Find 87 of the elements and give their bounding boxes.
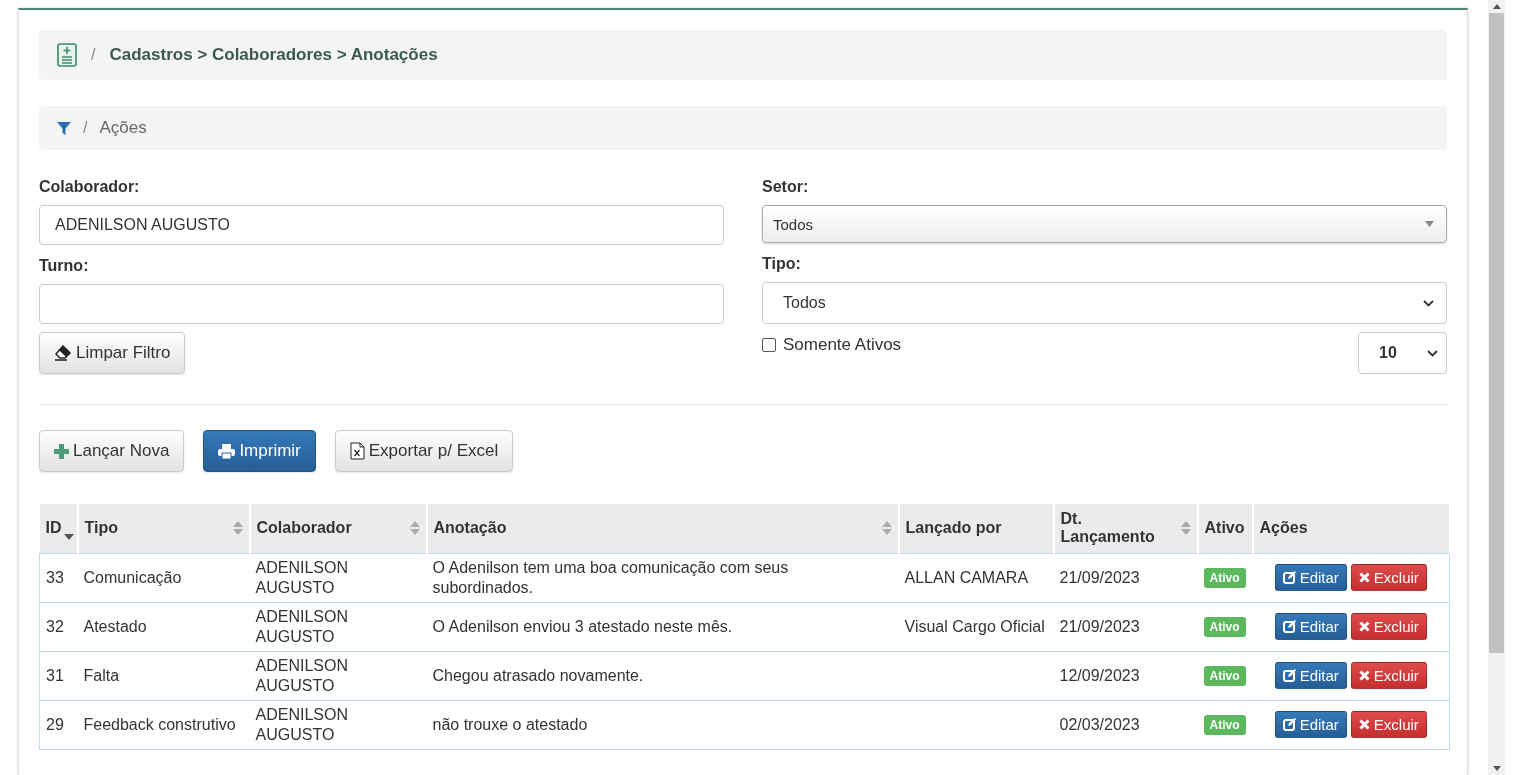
column-header[interactable]: Tipo xyxy=(77,504,250,553)
table-cell: ALLAN CAMARA xyxy=(898,553,1054,602)
table-cell: O Adenilson tem uma boa comunicação com seus subordinados. xyxy=(426,553,899,602)
scroll-up-icon xyxy=(1492,4,1501,9)
column-header[interactable]: ID xyxy=(39,504,78,553)
column-header[interactable]: Colaborador xyxy=(249,504,427,553)
status-badge: Ativo xyxy=(1203,666,1246,686)
delete-button[interactable]: Excluir xyxy=(1350,711,1427,738)
excel-file-icon xyxy=(349,442,365,460)
column-header: Ativo xyxy=(1197,504,1253,553)
close-icon xyxy=(1358,572,1370,583)
field-label: Setor: xyxy=(762,178,810,196)
sort-icon xyxy=(232,521,243,536)
close-icon xyxy=(1358,621,1370,632)
table-cell: 21/09/2023 xyxy=(1053,602,1198,651)
field-label: Turno: xyxy=(39,257,90,275)
table-cell: ADENILSON AUGUSTO xyxy=(249,553,427,602)
column-header[interactable]: Anotação xyxy=(426,504,899,553)
edit-icon xyxy=(1282,669,1296,682)
sort-descending-icon xyxy=(63,534,74,541)
page-size-dropdown[interactable]: 10 xyxy=(1358,332,1447,374)
document-plus-icon xyxy=(57,43,77,67)
dropdown-arrow-icon xyxy=(1425,221,1434,227)
edit-button[interactable]: Editar xyxy=(1274,613,1347,640)
table-cell: Atestado xyxy=(77,602,250,651)
breadcrumb-path: Cadastros > Colaboradores > Anotações xyxy=(109,45,438,65)
edit-button[interactable]: Editar xyxy=(1274,564,1347,591)
column-header: Ações xyxy=(1252,504,1450,553)
edit-icon xyxy=(1282,571,1296,584)
breadcrumb-separator: / xyxy=(83,119,88,137)
table-cell: Feedback construtivo xyxy=(77,700,250,749)
column-header: Lançado por xyxy=(898,504,1054,553)
printer-icon xyxy=(218,443,236,459)
colaborador-field[interactable]: ADENILSON AUGUSTO xyxy=(39,205,724,245)
checkbox-label: Somente Ativos xyxy=(783,335,902,355)
field-label: Colaborador: xyxy=(39,178,141,196)
clear-filter-button[interactable]: Limpar Filtro xyxy=(39,332,186,374)
eraser-icon xyxy=(54,345,72,361)
status-badge: Ativo xyxy=(1203,617,1246,637)
table-cell: 33 xyxy=(39,553,78,602)
table-cell: 29 xyxy=(39,700,78,749)
field-label: Tipo: xyxy=(762,255,802,273)
add-button[interactable]: Lançar Nova xyxy=(39,430,185,472)
table-cell: O Adenilson enviou 3 atestado neste mês. xyxy=(426,602,899,651)
close-icon xyxy=(1358,719,1370,730)
filter-bar-title: Ações xyxy=(99,118,147,138)
delete-button[interactable]: Excluir xyxy=(1350,613,1427,640)
table-cell: Chegou atrasado novamente. xyxy=(426,651,899,700)
delete-button[interactable]: Excluir xyxy=(1350,564,1427,591)
table-cell: ADENILSON AUGUSTO xyxy=(249,602,427,651)
filter-icon xyxy=(57,121,71,135)
edit-button[interactable]: Editar xyxy=(1274,662,1347,689)
table-cell: ADENILSON AUGUSTO xyxy=(249,700,427,749)
scroll-down-icon xyxy=(1492,766,1501,771)
status-badge: Ativo xyxy=(1203,568,1246,588)
sort-icon xyxy=(1180,521,1191,536)
chevron-down-icon xyxy=(1423,299,1434,307)
table-cell: não trouxe o atestado xyxy=(426,700,899,749)
close-icon xyxy=(1358,670,1370,681)
table-cell: Falta xyxy=(77,651,250,700)
export-excel-button[interactable]: Exportar p/ Excel xyxy=(334,430,514,472)
breadcrumb-separator: / xyxy=(91,46,96,64)
status-badge: Ativo xyxy=(1203,715,1246,735)
setor-dropdown[interactable]: Todos xyxy=(762,205,1447,243)
table-cell: 12/09/2023 xyxy=(1053,651,1198,700)
column-header[interactable]: Dt. Lançamento xyxy=(1053,504,1198,553)
table-cell: Comunicação xyxy=(77,553,250,602)
edit-button[interactable]: Editar xyxy=(1274,711,1347,738)
table-cell: Visual Cargo Oficial xyxy=(898,602,1054,651)
turno-field[interactable] xyxy=(39,284,724,324)
tipo-dropdown[interactable]: Todos xyxy=(762,282,1447,324)
table-cell: 21/09/2023 xyxy=(1053,553,1198,602)
print-button[interactable]: Imprimir xyxy=(203,430,316,472)
sort-icon xyxy=(409,521,420,536)
checkbox[interactable] xyxy=(762,338,776,352)
table-cell: 31 xyxy=(39,651,78,700)
table-cell: 32 xyxy=(39,602,78,651)
sort-icon xyxy=(881,521,892,536)
chevron-down-icon xyxy=(1427,349,1438,357)
edit-icon xyxy=(1282,718,1296,731)
delete-button[interactable]: Excluir xyxy=(1350,662,1427,689)
table-cell: ADENILSON AUGUSTO xyxy=(249,651,427,700)
scrollbar[interactable] xyxy=(1488,0,1505,775)
plus-icon xyxy=(54,443,69,459)
table-cell: 02/03/2023 xyxy=(1053,700,1198,749)
edit-icon xyxy=(1282,620,1296,633)
scrollbar-thumb[interactable] xyxy=(1489,13,1504,653)
